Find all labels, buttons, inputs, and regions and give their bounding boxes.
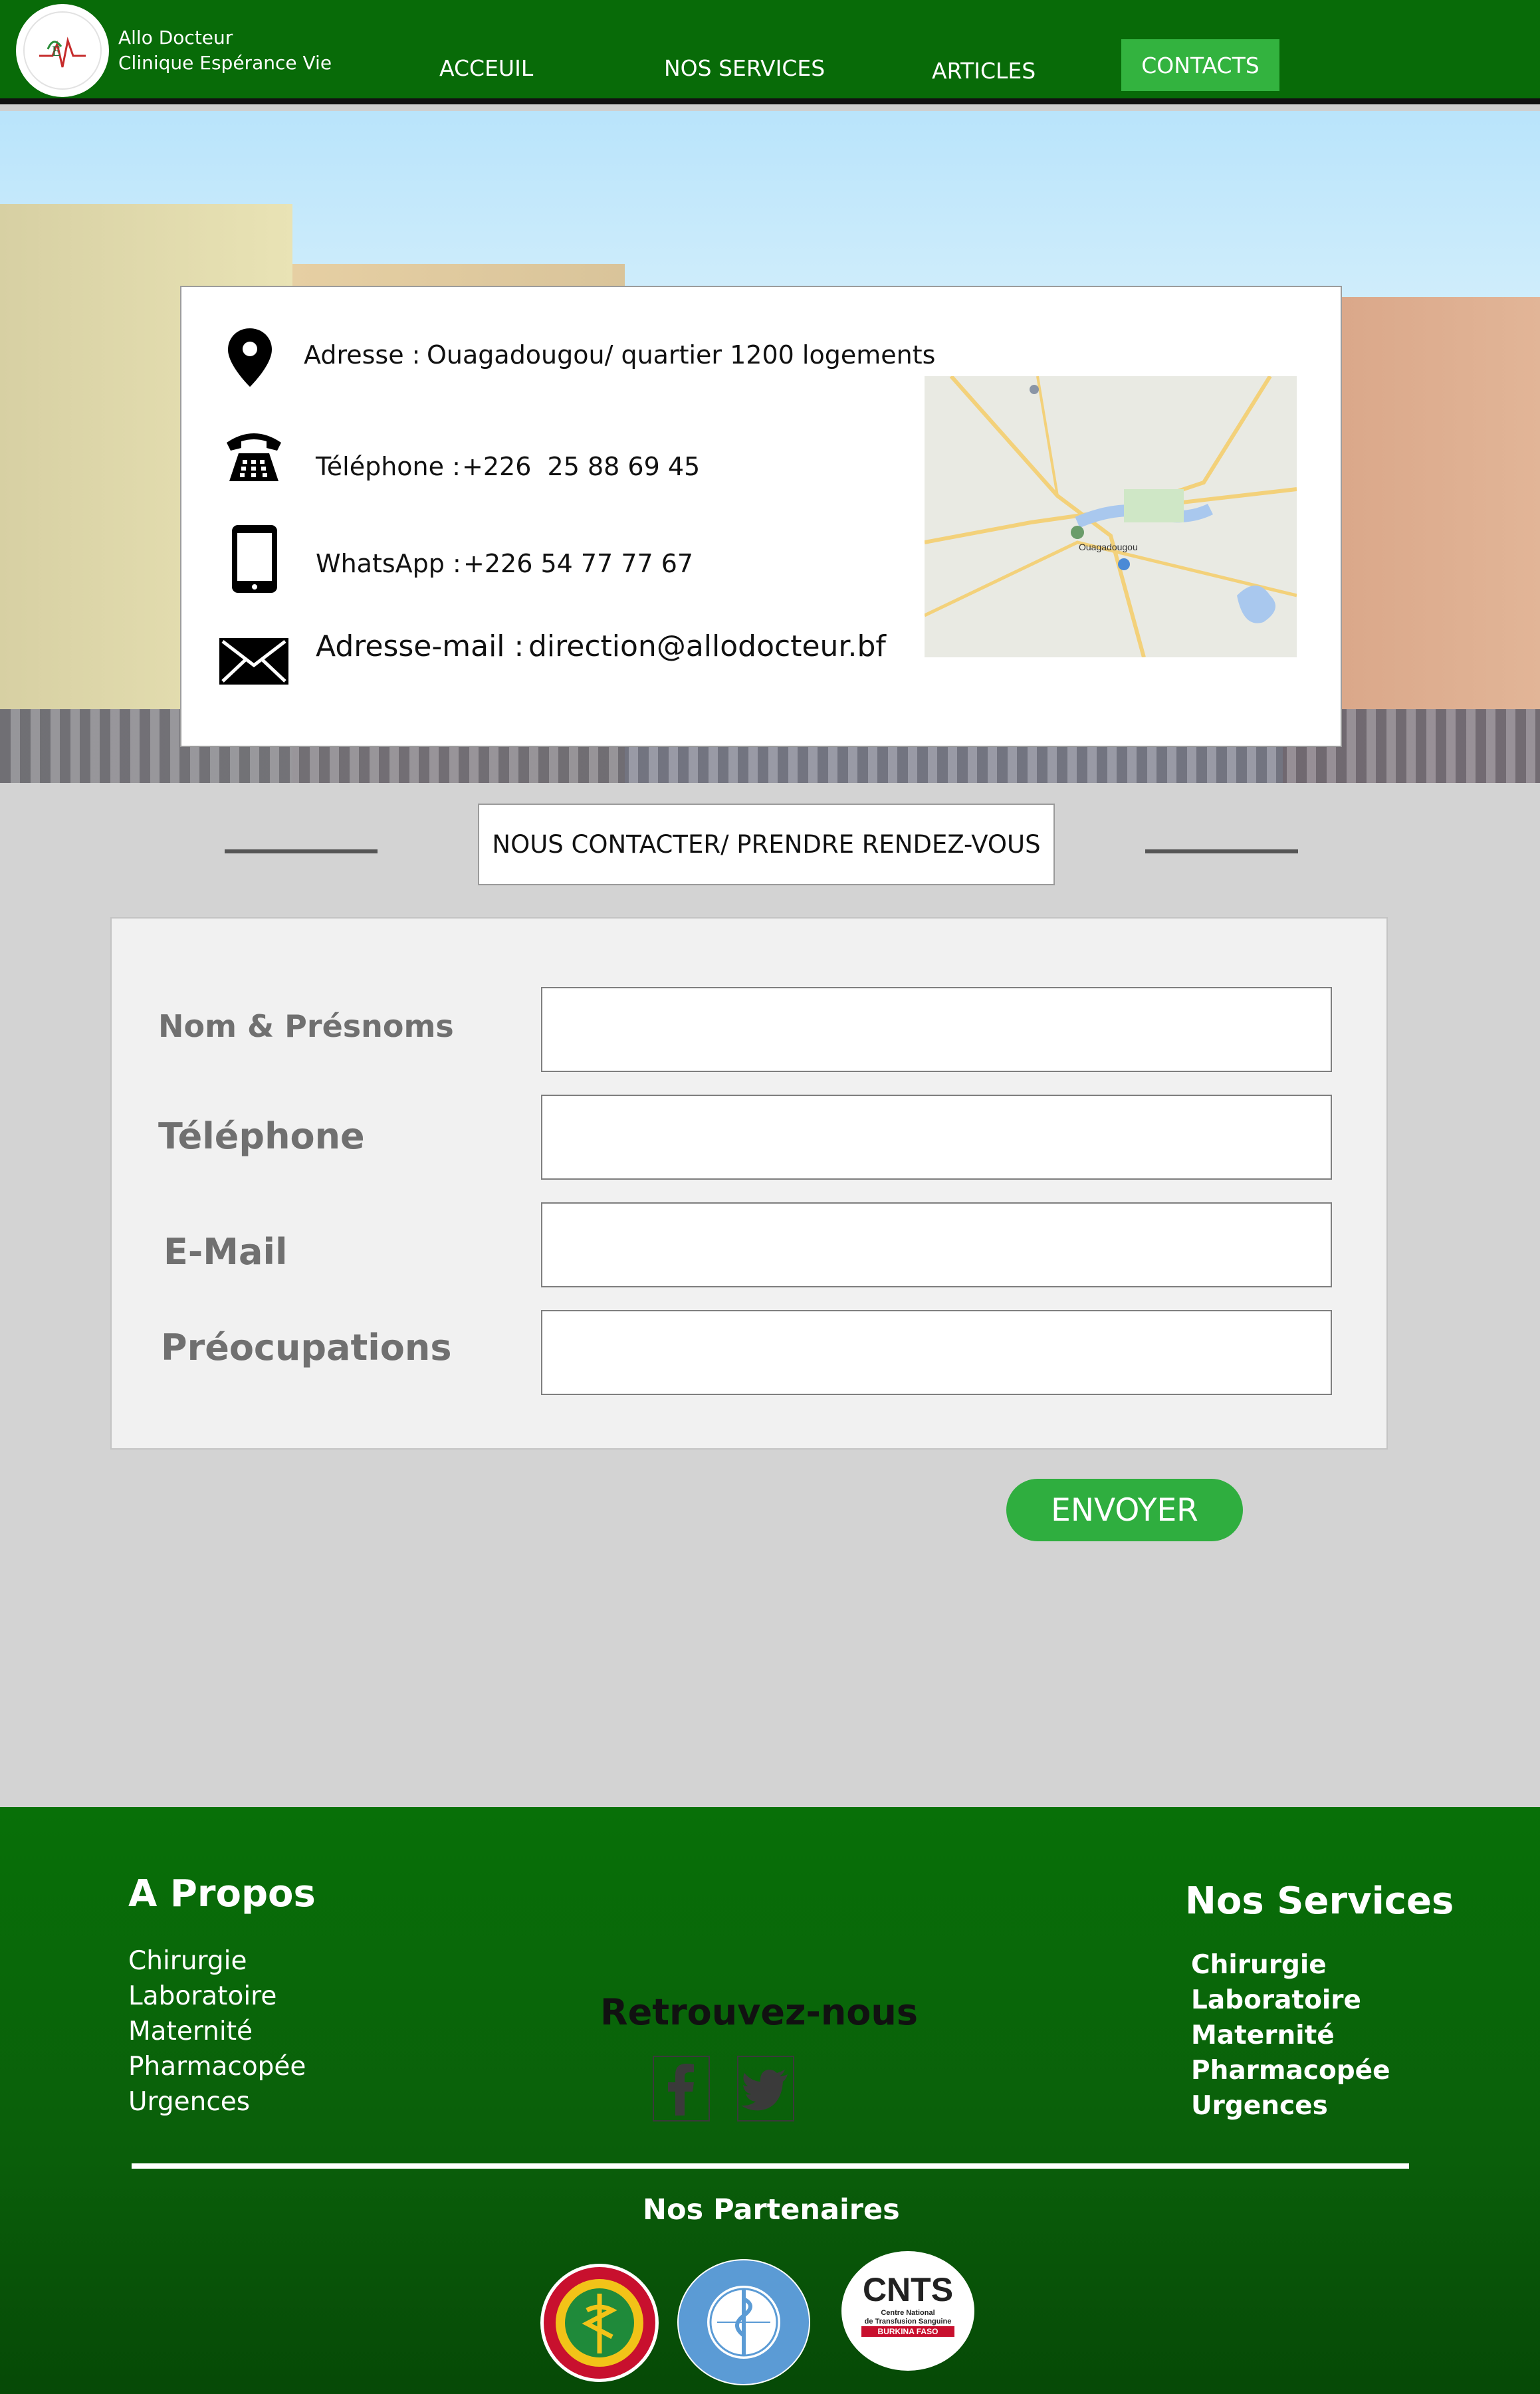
- phone-label: Téléphone :: [316, 452, 461, 481]
- about-title: A Propos: [128, 1872, 316, 1915]
- cnts-sub-1: Centre National: [881, 2309, 935, 2317]
- nav-item-contacts-label: CONTACTS: [1141, 53, 1260, 78]
- location-pin-icon: [228, 328, 272, 387]
- header-divider-light: [0, 104, 1540, 111]
- map-city-label: Ouagadougou: [1079, 542, 1138, 552]
- submit-button-label: ENVOYER: [1051, 1492, 1198, 1529]
- nav-item-accueil[interactable]: ACCEUIL: [439, 55, 533, 81]
- contact-section-title: NOUS CONTACTER/ PRENDRE RENDEZ-VOUS: [478, 804, 1055, 885]
- brand-subtitle: Clinique Espérance Vie: [118, 52, 332, 74]
- nav-item-contacts[interactable]: CONTACTS: [1121, 39, 1279, 91]
- svg-text:E: E: [52, 43, 60, 59]
- whatsapp-label: WhatsApp :: [316, 549, 461, 578]
- clinic-logo[interactable]: E: [16, 4, 109, 97]
- concerns-input[interactable]: [541, 1310, 1332, 1395]
- about-item-maternite[interactable]: Maternité: [128, 2014, 306, 2049]
- address-value: Ouagadougou/ quartier 1200 logements: [427, 340, 936, 370]
- submit-button[interactable]: ENVOYER: [1006, 1479, 1243, 1541]
- partner-logo-cnts[interactable]: CNTS Centre National de Transfusion Sang…: [841, 2251, 974, 2371]
- contact-section-title-text: NOUS CONTACTER/ PRENDRE RENDEZ-VOUS: [492, 830, 1041, 859]
- contact-form: Nom & Présnoms Téléphone E-Mail Préocupa…: [110, 917, 1388, 1450]
- service-item-pharmacopee[interactable]: Pharmacopée: [1191, 2053, 1390, 2088]
- service-item-laboratoire[interactable]: Laboratoire: [1191, 1983, 1390, 2018]
- cnts-sub-3: BURKINA FASO: [878, 2327, 938, 2336]
- about-item-urgences[interactable]: Urgences: [128, 2084, 306, 2120]
- name-input[interactable]: [541, 987, 1332, 1072]
- nav-item-services[interactable]: NOS SERVICES: [664, 55, 825, 81]
- social-title: Retrouvez-nous: [600, 1991, 918, 2033]
- service-item-chirurgie[interactable]: Chirurgie: [1191, 1947, 1390, 1983]
- email-input[interactable]: [541, 1202, 1332, 1287]
- brand-name: Allo Docteur: [118, 27, 233, 49]
- partner-logo-ministry[interactable]: [540, 2264, 659, 2382]
- about-item-pharmacopee[interactable]: Pharmacopée: [128, 2049, 306, 2084]
- address-label: Adresse :: [304, 340, 421, 370]
- location-map[interactable]: Ouagadougou: [925, 376, 1297, 657]
- partners-title: Nos Partenaires: [643, 2193, 900, 2227]
- email-value[interactable]: direction@allodocteur.bf: [528, 629, 886, 663]
- footer-divider: [132, 2163, 1409, 2169]
- name-label: Nom & Présnoms: [158, 1008, 454, 1044]
- facebook-icon[interactable]: [653, 2056, 710, 2122]
- twitter-icon[interactable]: [737, 2056, 794, 2122]
- service-item-urgences[interactable]: Urgences: [1191, 2088, 1390, 2123]
- phone-input[interactable]: [541, 1095, 1332, 1180]
- header-divider: [0, 98, 1540, 104]
- title-decoration-right: [1145, 849, 1298, 853]
- whatsapp-value: +226 54 77 77 67: [463, 549, 694, 578]
- phone-value: +226 25 88 69 45: [462, 452, 701, 481]
- envelope-icon: [219, 638, 288, 685]
- top-navigation-bar: [0, 0, 1540, 98]
- about-item-chirurgie[interactable]: Chirurgie: [128, 1943, 306, 1979]
- telephone-icon: [227, 433, 281, 481]
- cnts-sub-2: de Transfusion Sanguine: [865, 2318, 952, 2326]
- about-item-laboratoire[interactable]: Laboratoire: [128, 1979, 306, 2014]
- email-label: Adresse-mail :: [316, 629, 524, 663]
- concerns-field-label: Préocupations: [161, 1327, 452, 1368]
- about-list: Chirurgie Laboratoire Maternité Pharmaco…: [128, 1943, 306, 2120]
- title-decoration-left: [225, 849, 378, 853]
- cnts-logo-text: CNTS: [863, 2271, 953, 2308]
- partner-logo-who[interactable]: [677, 2259, 810, 2385]
- nav-item-articles[interactable]: ARTICLES: [932, 58, 1036, 84]
- mobile-phone-icon: [232, 525, 277, 593]
- email-field-label: E-Mail: [164, 1231, 288, 1273]
- phone-field-label: Téléphone: [158, 1115, 365, 1157]
- services-title: Nos Services: [1185, 1880, 1454, 1923]
- services-list: Chirurgie Laboratoire Maternité Pharmaco…: [1191, 1947, 1390, 2123]
- service-item-maternite[interactable]: Maternité: [1191, 2018, 1390, 2053]
